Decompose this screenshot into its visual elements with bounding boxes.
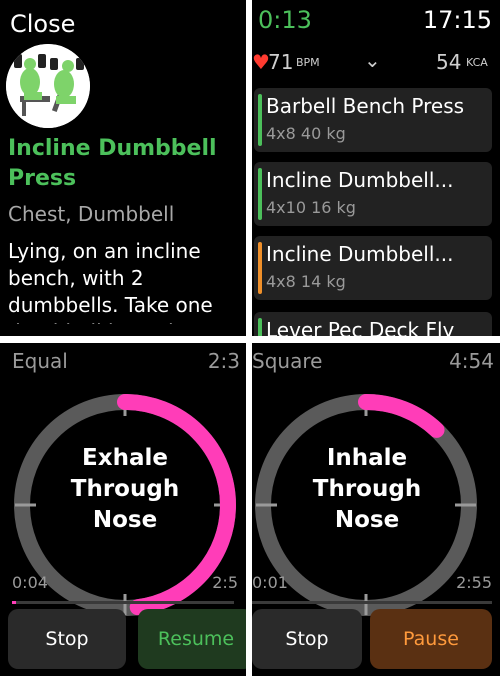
calories-value: 54 <box>436 50 462 74</box>
exercise-card[interactable]: Lever Pec Deck Fly <box>254 312 492 336</box>
workout-panel: 0:13 17:15 ♥ 71 BPM ⌄ 54 KCA Barbell Ben… <box>252 0 500 336</box>
progress-bar <box>12 601 234 604</box>
chevron-down-icon[interactable]: ⌄ <box>364 48 381 72</box>
pause-button[interactable]: Pause <box>370 609 492 669</box>
instruction-line: Nose <box>334 507 400 533</box>
close-button[interactable]: Close <box>10 10 75 38</box>
clock: 17:15 <box>422 6 492 34</box>
exercise-card[interactable]: Incline Dumbbell... 4x10 16 kg <box>254 162 492 226</box>
elapsed-time: 0:04 <box>12 573 48 592</box>
instruction-line: Exhale <box>82 445 168 471</box>
status-bar <box>258 318 262 336</box>
breathing-instruction: Exhale Through Nose <box>60 443 190 536</box>
breathing-instruction: Inhale Through Nose <box>302 443 432 536</box>
exercise-card-detail: 4x10 16 kg <box>266 198 356 217</box>
progress-fill <box>12 601 17 604</box>
exercise-card[interactable]: Incline Dumbbell... 4x8 14 kg <box>254 236 492 300</box>
stop-button[interactable]: Stop <box>8 609 126 669</box>
breathing-panel-equal: Equal 2:3 Exhale Through Nose 0:04 2:5 S… <box>0 343 246 676</box>
status-bar <box>258 168 262 220</box>
exercise-card-name: Incline Dumbbell... <box>266 242 454 266</box>
instruction-line: Nose <box>92 507 158 533</box>
status-bar <box>258 94 262 146</box>
exercise-title: Incline Dumbbell Press <box>8 136 217 191</box>
stats-row: ♥ 71 BPM ⌄ 54 KCA <box>252 48 500 76</box>
progress-bar <box>252 601 492 604</box>
stop-button[interactable]: Stop <box>252 609 362 669</box>
heart-rate-value: 71 <box>268 50 294 74</box>
breathing-panel-square: Square 4:54 Inhale Through Nose 0:01 2:5… <box>252 343 500 676</box>
resume-button[interactable]: Resume <box>138 609 246 669</box>
instruction-line: Inhale <box>326 445 408 471</box>
exercise-subtitle: Chest, Dumbbell <box>8 202 175 226</box>
exercise-card[interactable]: Barbell Bench Press 4x8 40 kg <box>254 88 492 152</box>
exercise-thumbnail <box>6 44 90 128</box>
total-time: 2:55 <box>456 573 492 592</box>
exercise-description: Lying, on an incline bench, with 2 dumbb… <box>8 239 213 324</box>
heart-rate-unit: BPM <box>296 56 320 69</box>
workout-elapsed: 0:13 <box>258 6 312 34</box>
exercise-card-name: Lever Pec Deck Fly <box>266 318 455 336</box>
exercise-card-detail: 4x8 14 kg <box>266 272 346 291</box>
instruction-line: Through <box>312 476 422 502</box>
calories-unit: KCA <box>466 56 488 69</box>
total-time: 2:5 <box>212 573 238 592</box>
exercise-detail-panel: Close Incline Dumbbell Press Chest, Dumb… <box>0 0 246 336</box>
instruction-line: Through <box>70 476 180 502</box>
exercise-card-name: Incline Dumbbell... <box>266 168 454 192</box>
exercise-card-detail: 4x8 40 kg <box>266 124 346 143</box>
elapsed-time: 0:01 <box>252 573 288 592</box>
status-bar <box>258 242 262 294</box>
exercise-card-name: Barbell Bench Press <box>266 94 465 118</box>
